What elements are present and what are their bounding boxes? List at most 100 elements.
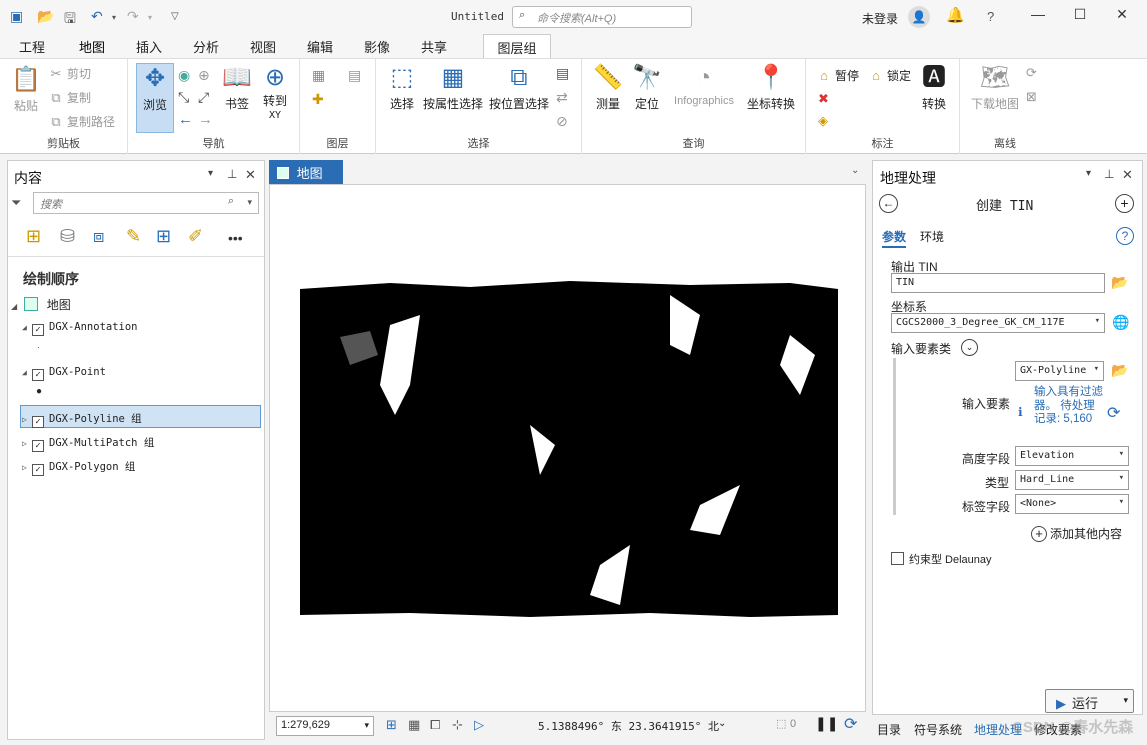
delaunay-checkbox[interactable]: [891, 552, 904, 565]
filter-icon[interactable]: ⏷: [11, 195, 21, 211]
save-icon[interactable]: 🖫: [64, 8, 76, 32]
height-field-select[interactable]: Elevation ▾: [1015, 446, 1129, 466]
tab-list-icon[interactable]: ⌄: [851, 165, 859, 176]
snapping-icon[interactable]: ⊞: [156, 226, 171, 247]
contents-menu-icon[interactable]: ▾: [208, 168, 213, 179]
layer-item[interactable]: ◢ ✓ DGX-Point: [22, 366, 106, 381]
goto-xy-button[interactable]: ⊕ 转到 XY: [258, 63, 292, 122]
help-button[interactable]: ?: [987, 9, 994, 24]
globe-icon[interactable]: 🌐: [1112, 314, 1129, 331]
tab-layer-group[interactable]: 图层组: [483, 34, 551, 58]
pane-menu-icon[interactable]: ▾: [1086, 168, 1091, 179]
coordinate-system-select[interactable]: CGCS2000_3_Degree_GK_CM_117E ▾: [891, 313, 1105, 333]
refresh-icon[interactable]: ⟳: [844, 714, 857, 734]
zoom-layer-icon[interactable]: ⊕: [198, 67, 210, 84]
expand-icon[interactable]: ▷: [22, 415, 32, 424]
cut-button[interactable]: ✂ 剪切: [48, 65, 91, 82]
map-canvas[interactable]: [269, 184, 866, 712]
tab-edit[interactable]: 编辑: [307, 37, 333, 56]
sign-in-status[interactable]: 未登录: [862, 10, 898, 27]
type-select[interactable]: Hard_Line ▾: [1015, 470, 1129, 490]
add-data-icon[interactable]: ▤: [348, 67, 361, 84]
folder-icon[interactable]: 📂: [1111, 362, 1128, 379]
expand-icon[interactable]: ▷: [22, 463, 32, 472]
maximize-icon[interactable]: ☐: [1065, 6, 1095, 23]
pin-pane-icon[interactable]: ⊥: [1104, 167, 1114, 181]
add-layer-icon[interactable]: ✚: [312, 91, 324, 108]
collapse-icon[interactable]: ⌄: [961, 339, 978, 356]
tab-map[interactable]: 地图: [79, 37, 106, 61]
scale-selector[interactable]: 1:279,629 ▾: [276, 716, 374, 736]
notification-icon[interactable]: 🔔: [946, 6, 965, 24]
close-pane-icon[interactable]: ✕: [1122, 167, 1133, 183]
tab-project[interactable]: 工程: [19, 37, 45, 56]
folder-icon[interactable]: 📂: [1111, 274, 1128, 291]
layer-item[interactable]: ◢ ✓ DGX-Annotation: [22, 321, 138, 336]
collapse-icon[interactable]: ◢: [11, 302, 21, 311]
tab-map-view[interactable]: 地图 ✕: [269, 160, 343, 197]
locate-button[interactable]: 🔭 定位: [630, 63, 664, 112]
tab-parameters[interactable]: 参数: [882, 228, 907, 248]
contents-search-input[interactable]: 搜索 ⌕ ▾: [33, 192, 259, 214]
grid-icon[interactable]: ▦: [408, 717, 420, 733]
labeling-view-icon[interactable]: ✐: [188, 226, 203, 247]
reference-scale-icon[interactable]: ⊞: [386, 717, 397, 733]
undo-dropdown-icon[interactable]: ▾: [112, 13, 116, 22]
visibility-checkbox[interactable]: ✓: [32, 416, 44, 428]
selection-view-icon[interactable]: ⧈: [93, 226, 104, 247]
visibility-checkbox[interactable]: ✓: [32, 324, 44, 336]
select-by-location-button[interactable]: ⧉ 按位置选择: [488, 63, 550, 112]
redo-icon[interactable]: ↷: [127, 8, 139, 25]
avatar[interactable]: 👤: [908, 6, 930, 28]
bookmarks-button[interactable]: 📖 书签: [220, 63, 254, 112]
copy-button[interactable]: ⧉ 复制: [48, 89, 91, 106]
convert-labels-button[interactable]: 🅰 转换: [918, 63, 950, 112]
snap-icon[interactable]: ⊹: [452, 717, 463, 733]
tab-symbology[interactable]: 符号系统: [914, 721, 962, 738]
tag-field-select[interactable]: <None> ▾: [1015, 494, 1129, 514]
coordinate-format-icon[interactable]: ⌄: [718, 718, 726, 729]
close-pane-icon[interactable]: ✕: [245, 167, 256, 183]
layer-item[interactable]: ▷ ✓ DGX-Polygon 组: [22, 459, 135, 476]
attributes-icon[interactable]: ▤: [556, 65, 569, 82]
open-icon[interactable]: 📂: [37, 8, 54, 25]
basemap-icon[interactable]: ▦: [312, 67, 325, 84]
output-tin-field[interactable]: TIN: [891, 273, 1105, 293]
minimize-icon[interactable]: —: [1023, 6, 1053, 22]
visibility-checkbox[interactable]: ✓: [32, 464, 44, 476]
tab-insert[interactable]: 插入: [136, 37, 162, 56]
measure-button[interactable]: 📏 测量: [590, 63, 626, 112]
pause-drawing-icon[interactable]: ❚❚: [815, 715, 838, 732]
tab-view[interactable]: 视图: [250, 37, 276, 56]
rotation-icon[interactable]: ▷: [474, 717, 484, 733]
select-by-attributes-button[interactable]: ▦ 按属性选择: [422, 63, 484, 112]
back-icon[interactable]: ←: [879, 194, 898, 213]
customize-qat-icon[interactable]: ▽: [171, 11, 179, 22]
redo-dropdown-icon[interactable]: ▾: [148, 13, 152, 22]
paste-button[interactable]: 📋 粘贴: [8, 65, 44, 114]
sync-icon[interactable]: ⟳: [1026, 65, 1037, 81]
tab-environments[interactable]: 环境: [920, 228, 944, 245]
search-dropdown-icon[interactable]: ▾: [247, 197, 252, 208]
add-another-button[interactable]: + 添加其他内容: [1031, 525, 1122, 542]
visibility-checkbox[interactable]: ✓: [32, 440, 44, 452]
infographics-button[interactable]: ◔ Infographics: [666, 63, 742, 107]
editing-icon[interactable]: ✎: [126, 226, 141, 247]
visibility-checkbox[interactable]: ✓: [32, 369, 44, 381]
previous-extent-icon[interactable]: ←: [178, 111, 193, 128]
collapse-icon[interactable]: ◢: [22, 368, 32, 377]
run-button[interactable]: ▶ 运行 ▾: [1045, 689, 1134, 713]
layer-item[interactable]: ▷ ✓ DGX-Polyline 组: [22, 411, 142, 428]
select-button[interactable]: ⬚ 选择: [386, 63, 418, 112]
pause-labeling-button[interactable]: ⌂ 暂停: [816, 67, 859, 84]
add-icon[interactable]: +: [1115, 194, 1134, 213]
collapse-icon[interactable]: ◢: [22, 323, 32, 332]
layer-item[interactable]: ▷ ✓ DGX-MultiPatch 组: [22, 435, 154, 452]
new-project-icon[interactable]: ▣: [10, 8, 23, 25]
drawing-order-icon[interactable]: ⊞: [26, 226, 41, 247]
help-icon[interactable]: ?: [1116, 227, 1134, 245]
full-extent-icon[interactable]: ◉: [178, 67, 190, 84]
coordinate-conversion-button[interactable]: 📍 坐标转换: [742, 63, 800, 112]
command-search-input[interactable]: ⌕ 命令搜索(Alt+Q): [512, 6, 692, 28]
next-extent-icon[interactable]: →: [198, 111, 213, 128]
